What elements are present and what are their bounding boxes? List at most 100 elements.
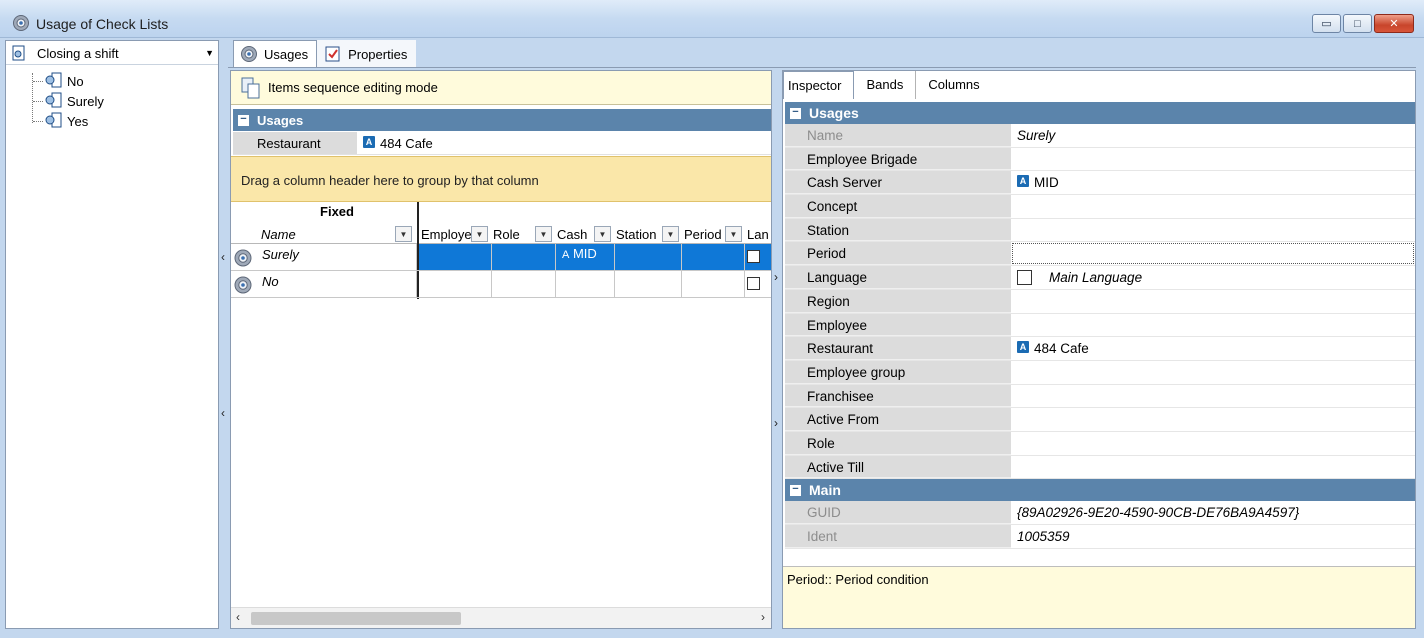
minimize-button[interactable]: ▭ <box>1312 14 1341 33</box>
property-row[interactable]: Concept <box>785 195 1415 219</box>
property-row[interactable]: Employee Brigade <box>785 147 1415 172</box>
restaurant-row[interactable]: Restaurant A 484 Cafe <box>233 132 771 155</box>
column-header-station[interactable]: Station <box>616 224 662 244</box>
property-row[interactable]: Role <box>785 431 1415 456</box>
property-value[interactable] <box>1011 385 1415 408</box>
property-value[interactable]: A MID <box>1011 171 1415 194</box>
property-value[interactable] <box>1011 195 1415 218</box>
property-value[interactable] <box>1011 432 1415 455</box>
tab-usages[interactable]: Usages <box>233 40 318 68</box>
property-row[interactable]: Name Surely <box>785 124 1415 148</box>
chevron-down-icon[interactable]: ▼ <box>535 226 552 242</box>
chevron-down-icon[interactable]: ▼ <box>594 226 611 242</box>
property-row[interactable]: Region <box>785 289 1415 314</box>
attribute-icon: A <box>363 136 375 148</box>
language-checkbox[interactable] <box>1017 270 1032 286</box>
horizontal-scrollbar[interactable]: ‹ › <box>231 607 771 628</box>
chevron-down-icon[interactable]: ▼ <box>205 48 214 58</box>
sequence-mode-bar[interactable]: Items sequence editing mode <box>231 71 771 105</box>
row-cells[interactable]: A MID <box>419 244 771 270</box>
property-row[interactable]: GUID {89A02926-9E20-4590-90CB-DE76BA9A459… <box>785 501 1415 525</box>
property-value[interactable] <box>1011 361 1415 384</box>
cell-period[interactable] <box>682 271 745 297</box>
chevron-down-icon[interactable]: ▼ <box>395 226 412 242</box>
tab-columns[interactable]: Columns <box>916 71 991 99</box>
chevron-down-icon[interactable]: ▼ <box>725 226 742 242</box>
node-icon <box>45 92 62 108</box>
cell-cash[interactable] <box>556 271 615 297</box>
cell-role[interactable] <box>492 271 556 297</box>
tab-properties[interactable]: Properties <box>317 40 417 68</box>
column-header-employee[interactable]: Employe <box>421 224 471 244</box>
cell-station[interactable] <box>615 271 682 297</box>
cell-cash[interactable]: A MID <box>556 244 615 270</box>
scrollbar-thumb[interactable] <box>251 612 461 625</box>
property-value[interactable] <box>1011 456 1415 479</box>
table-row[interactable]: No <box>231 271 771 298</box>
usages-group-header[interactable]: − Usages <box>233 109 771 131</box>
row-cells[interactable] <box>419 271 771 297</box>
splitter-left-icon[interactable]: ‹ <box>221 406 231 420</box>
row-name[interactable]: Surely <box>257 244 417 270</box>
main-category-header[interactable]: − Main <box>785 479 1415 502</box>
chevron-down-icon[interactable]: ▼ <box>662 226 679 242</box>
property-row[interactable]: Employee <box>785 313 1415 338</box>
property-value[interactable] <box>1011 290 1415 313</box>
column-header-cash[interactable]: Cash <box>557 224 591 244</box>
column-header-period[interactable]: Period <box>684 224 724 244</box>
property-row[interactable]: Language Main Language <box>785 266 1415 290</box>
property-value[interactable]: 1005359 <box>1011 525 1415 548</box>
language-checkbox[interactable] <box>747 250 760 263</box>
column-header-language[interactable]: Lan <box>747 224 771 244</box>
row-name[interactable]: No <box>257 271 417 297</box>
table-row[interactable]: Surely A MID <box>231 244 771 271</box>
cell-employee[interactable] <box>419 244 492 270</box>
property-row[interactable]: Active From <box>785 408 1415 432</box>
property-value[interactable]: Main Language <box>1011 266 1415 289</box>
cell-period[interactable] <box>682 244 745 270</box>
collapse-icon[interactable]: − <box>790 483 801 496</box>
property-value[interactable]: A 484 Cafe <box>1011 337 1415 360</box>
property-row[interactable]: Station <box>785 218 1415 243</box>
property-row[interactable]: Period <box>785 242 1415 267</box>
property-row[interactable]: Employee group <box>785 360 1415 385</box>
scroll-left-icon[interactable]: ‹ <box>236 610 240 624</box>
property-value[interactable] <box>1011 242 1415 265</box>
close-icon: ✕ <box>1389 18 1399 30</box>
cell-station[interactable] <box>615 244 682 270</box>
property-value[interactable] <box>1011 219 1415 242</box>
cell-employee[interactable] <box>419 271 492 297</box>
property-value[interactable] <box>1011 408 1415 431</box>
column-header-name[interactable]: Name <box>261 224 391 244</box>
chevron-down-icon[interactable]: ▼ <box>471 226 488 242</box>
scroll-right-icon[interactable]: › <box>761 610 765 624</box>
language-checkbox[interactable] <box>747 277 760 290</box>
property-value[interactable] <box>1011 314 1415 337</box>
column-header-role[interactable]: Role <box>493 224 533 244</box>
property-row[interactable]: Franchisee <box>785 384 1415 409</box>
tree-item-no[interactable]: No <box>24 71 104 91</box>
usages-category-header[interactable]: − Usages <box>785 102 1415 124</box>
cell-role[interactable] <box>492 244 556 270</box>
checklist-combo[interactable]: Closing a shift ▼ <box>6 41 218 65</box>
restaurant-value-cell[interactable]: A 484 Cafe <box>357 132 771 154</box>
collapse-icon[interactable]: − <box>238 113 249 126</box>
property-row[interactable]: Ident 1005359 <box>785 525 1415 549</box>
property-value[interactable]: {89A02926-9E20-4590-90CB-DE76BA9A4597} <box>1011 501 1415 524</box>
maximize-button[interactable]: □ <box>1343 14 1372 33</box>
collapse-icon[interactable]: − <box>790 106 801 119</box>
splitter-left-icon[interactable]: ‹ <box>221 250 231 264</box>
property-row[interactable]: Active Till <box>785 455 1415 480</box>
tree-item-yes[interactable]: Yes <box>24 111 104 131</box>
close-button[interactable]: ✕ <box>1374 14 1414 33</box>
tab-label: Usages <box>264 46 309 62</box>
tab-inspector[interactable]: Inspector <box>783 71 855 99</box>
property-label: Cash Server <box>785 171 1011 195</box>
property-value[interactable]: Surely <box>1011 124 1415 147</box>
property-value[interactable] <box>1011 148 1415 171</box>
property-row[interactable]: Restaurant A 484 Cafe <box>785 337 1415 361</box>
tab-bands[interactable]: Bands <box>854 71 917 99</box>
group-by-panel[interactable]: Drag a column header here to group by th… <box>231 156 771 202</box>
property-row[interactable]: Cash Server A MID <box>785 171 1415 196</box>
tree-item-surely[interactable]: Surely <box>24 91 104 111</box>
